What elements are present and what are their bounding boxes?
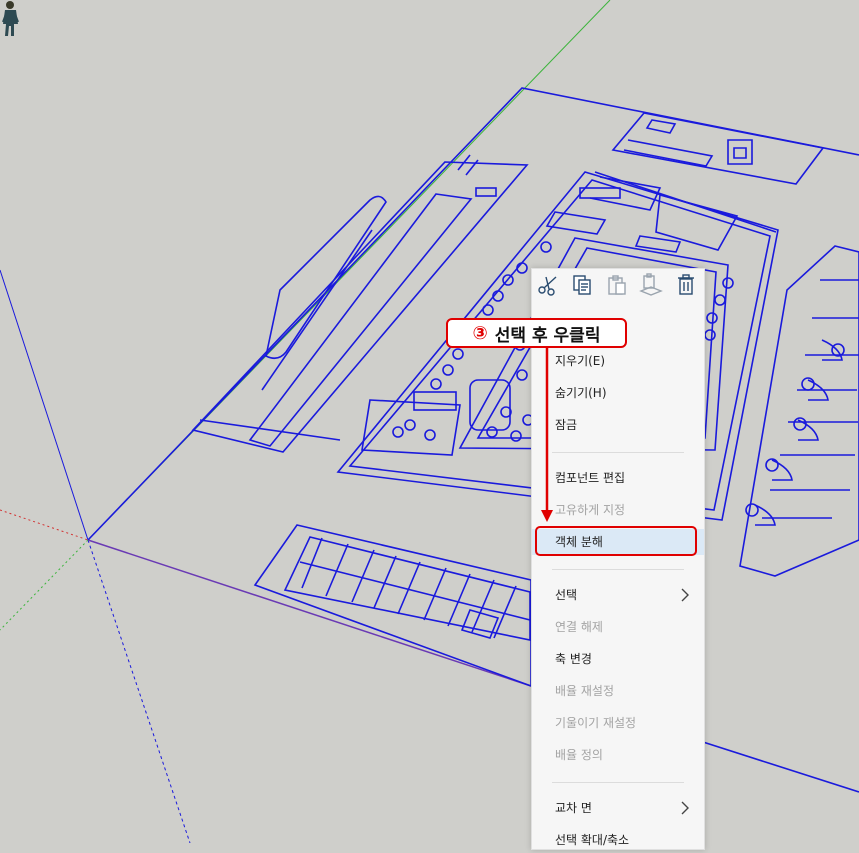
menu-item-lock[interactable]: 잠금 (532, 412, 704, 438)
sketchup-viewport[interactable] (0, 0, 859, 843)
context-menu: 지우기(E) 숨기기(H) 잠금 컴포넌트 편집 고유하게 지정 객체 분해 선… (531, 268, 705, 850)
chevron-right-icon (681, 801, 689, 815)
trash-icon[interactable] (674, 273, 698, 297)
menu-item-reset-skew[interactable]: 기울이기 재설정 (532, 710, 704, 736)
green-axis-negative (0, 539, 89, 631)
scissors-icon[interactable] (536, 273, 560, 297)
annotation-arrow (541, 346, 553, 522)
blue-axis (0, 269, 89, 541)
menu-separator (552, 569, 684, 570)
red-axis-edge (87, 539, 532, 687)
paste-icon[interactable] (605, 273, 629, 297)
annotation-text: 선택 후 우클릭 (494, 325, 601, 346)
annotation-callout: ③ 선택 후 우클릭 (446, 318, 627, 348)
red-axis-negative (0, 509, 89, 541)
menu-item-intersect-faces-label: 교차 면 (555, 801, 592, 815)
person-figure (2, 1, 19, 36)
context-icon-bar (532, 269, 704, 301)
plane-edge (87, 87, 859, 541)
menu-item-change-axes[interactable]: 축 변경 (532, 646, 704, 672)
chevron-right-icon (681, 588, 689, 602)
menu-item-make-unique[interactable]: 고유하게 지정 (532, 497, 704, 523)
menu-item-hide[interactable]: 숨기기(H) (532, 380, 704, 406)
floor-plan-drawing (0, 0, 859, 843)
menu-item-erase[interactable]: 지우기(E) (532, 348, 704, 374)
menu-item-scale-definition[interactable]: 배율 정의 (532, 742, 704, 768)
menu-item-zoom-selection[interactable]: 선택 확대/축소 (532, 827, 704, 853)
menu-item-edit-component[interactable]: 컴포넌트 편집 (532, 465, 704, 491)
menu-item-unglue[interactable]: 연결 해제 (532, 614, 704, 640)
step-number: ③ (472, 322, 488, 344)
menu-item-intersect-faces[interactable]: 교차 면 (532, 795, 704, 821)
menu-separator (552, 782, 684, 783)
menu-item-reset-scale[interactable]: 배율 재설정 (532, 678, 704, 704)
paste-in-place-icon[interactable] (639, 273, 663, 297)
annotation-highlight-box (535, 526, 697, 556)
menu-item-select[interactable]: 선택 (532, 582, 704, 608)
copy-icon[interactable] (570, 273, 594, 297)
menu-item-select-label: 선택 (555, 588, 578, 602)
menu-separator (552, 452, 684, 453)
blue-axis-negative (87, 539, 191, 843)
